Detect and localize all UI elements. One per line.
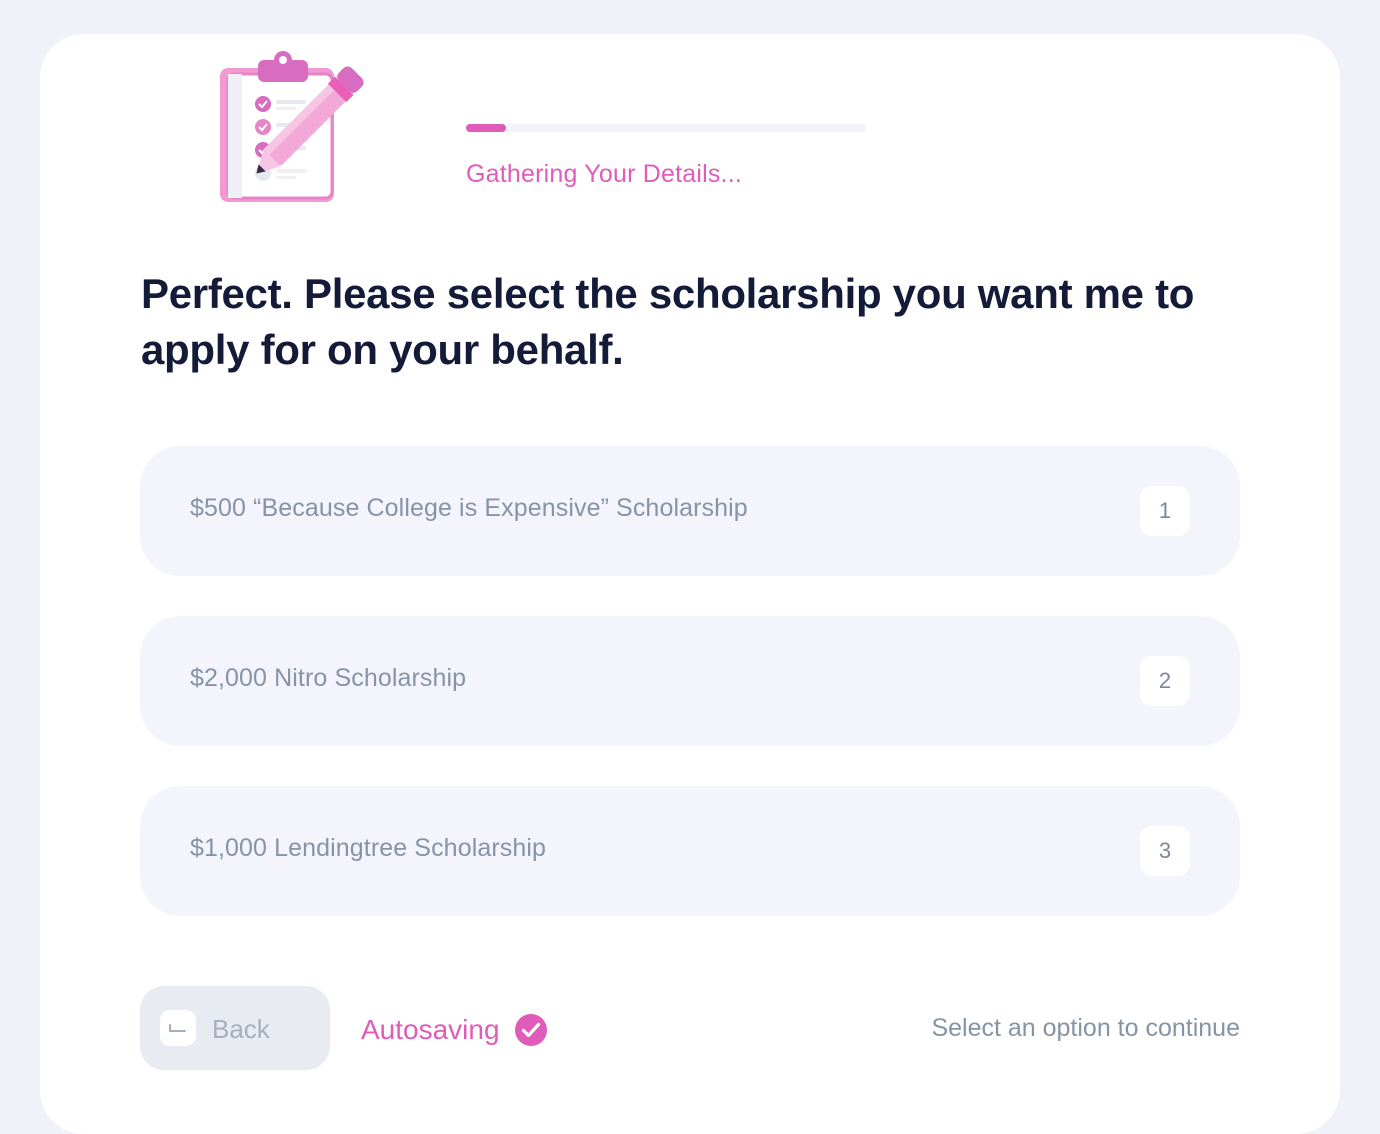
- option-key-badge: 3: [1140, 826, 1190, 876]
- option-label: $2,000 Nitro Scholarship: [190, 664, 467, 692]
- option-2[interactable]: $2,000 Nitro Scholarship 2: [140, 616, 1240, 746]
- option-3[interactable]: $1,000 Lendingtree Scholarship 3: [140, 786, 1240, 916]
- clipboard-pencil-icon: [220, 51, 364, 202]
- autosave-label: Autosaving: [361, 1014, 500, 1045]
- autosave-status: Autosaving: [361, 1010, 548, 1050]
- back-button[interactable]: Back: [140, 986, 330, 1070]
- option-1[interactable]: $500 “Because College is Expensive” Scho…: [140, 446, 1240, 576]
- question-heading: Perfect. Please select the scholarship y…: [141, 270, 1195, 373]
- option-key-badge: 2: [1140, 656, 1190, 706]
- check-circle-icon: [514, 1014, 547, 1046]
- option-label: $500 “Because College is Expensive” Scho…: [190, 494, 748, 522]
- back-label: Back: [212, 1014, 270, 1044]
- progress-bar-fill: [466, 124, 506, 132]
- option-label: $1,000 Lendingtree Scholarship: [190, 834, 547, 862]
- continue-hint: Select an option to continue: [931, 1014, 1240, 1042]
- progress-label: Gathering Your Details...: [466, 160, 742, 188]
- return-arrow-icon: [160, 1010, 196, 1046]
- option-key-badge: 1: [1140, 486, 1190, 536]
- progress-bar: [466, 124, 866, 132]
